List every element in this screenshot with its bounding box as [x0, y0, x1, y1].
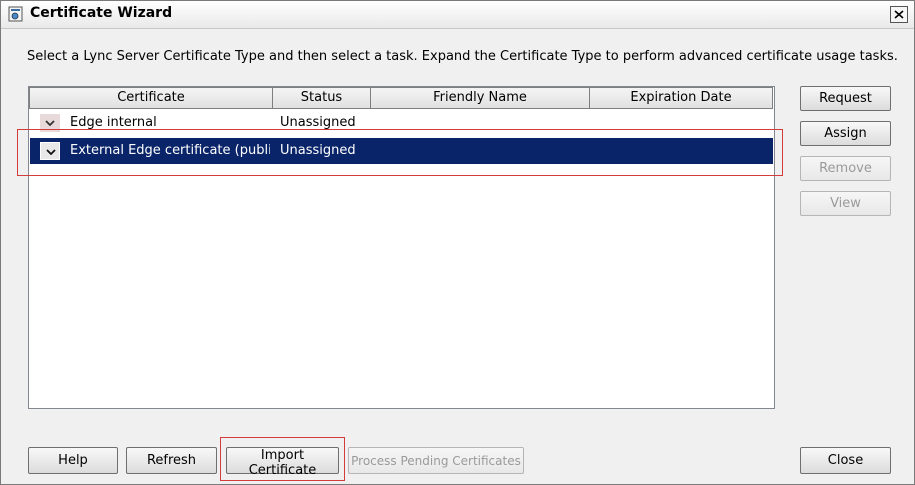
title-bar: Certificate Wizard [1, 1, 914, 29]
help-button[interactable]: Help [28, 447, 118, 474]
window-title: Certificate Wizard [30, 5, 173, 21]
close-window-button[interactable] [890, 6, 908, 23]
certificate-cell: Edge internal [70, 115, 157, 130]
friendly-name-cell [375, 138, 585, 164]
remove-button[interactable]: Remove [800, 156, 891, 181]
certificate-wizard-icon [8, 6, 24, 22]
process-pending-certificates-button[interactable]: Process Pending Certificates [348, 447, 524, 474]
column-header-friendly-name[interactable]: Friendly Name [370, 87, 590, 109]
certificate-cell: External Edge certificate (public i [70, 143, 270, 158]
expand-row-button[interactable] [40, 114, 60, 132]
table-row[interactable]: Edge internal Unassigned [30, 110, 773, 136]
table-row-selected[interactable]: External Edge certificate (public i Unas… [30, 138, 773, 164]
instruction-text: Select a Lync Server Certificate Type an… [27, 49, 898, 64]
certificate-wizard-window: Certificate Wizard Select a Lync Server … [0, 0, 915, 485]
close-icon [894, 10, 904, 19]
expiration-date-cell [595, 138, 770, 164]
certificate-table: Certificate Status Friendly Name Expirat… [28, 86, 775, 409]
column-header-certificate[interactable]: Certificate [29, 87, 273, 109]
expand-row-button[interactable] [40, 142, 60, 160]
chevron-down-icon [46, 149, 56, 155]
column-header-expiration-date[interactable]: Expiration Date [589, 87, 773, 109]
close-button[interactable]: Close [800, 447, 891, 474]
import-certificate-button[interactable]: Import Certificate [226, 447, 339, 478]
view-button[interactable]: View [800, 191, 891, 216]
table-header: Certificate Status Friendly Name Expirat… [29, 87, 774, 109]
request-button[interactable]: Request [800, 86, 891, 111]
status-cell: Unassigned [280, 115, 356, 130]
column-header-status[interactable]: Status [272, 87, 371, 109]
expiration-date-cell [595, 110, 770, 136]
assign-button[interactable]: Assign [800, 121, 891, 146]
chevron-down-icon [45, 120, 55, 126]
friendly-name-cell [375, 110, 585, 136]
refresh-button[interactable]: Refresh [126, 447, 217, 474]
status-cell: Unassigned [280, 143, 356, 158]
